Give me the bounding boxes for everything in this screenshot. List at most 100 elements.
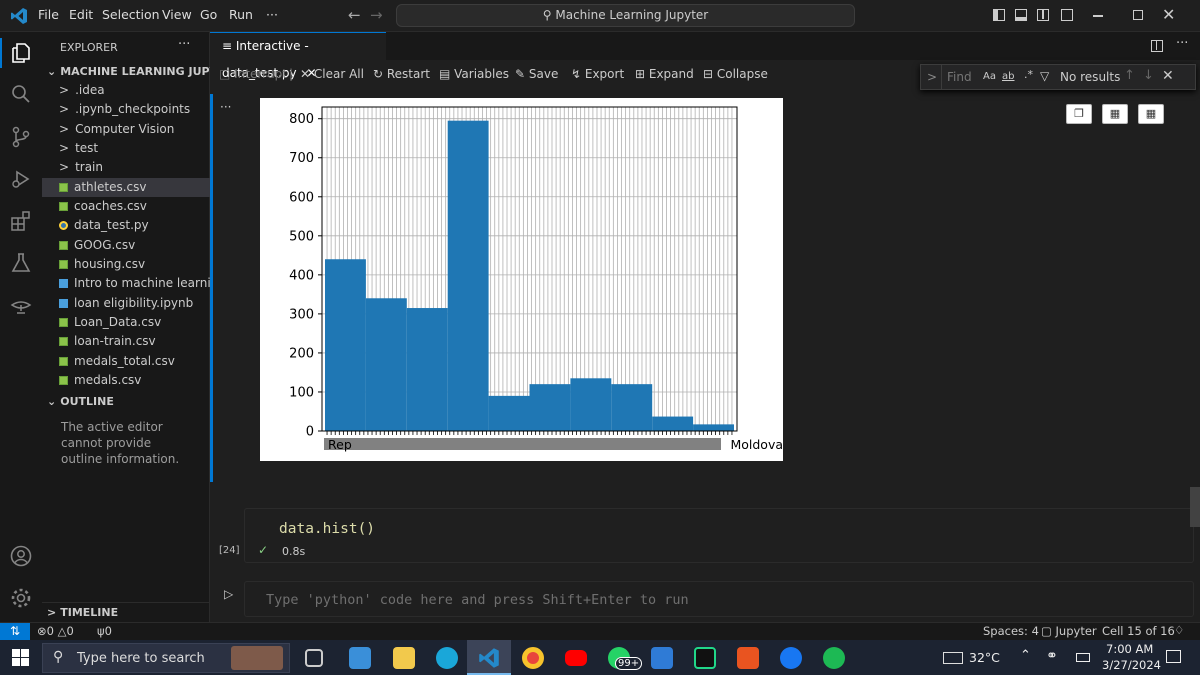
timeline-header[interactable]: > TIMELINE	[42, 602, 210, 621]
sidebar-item-coaches-csv[interactable]: coaches.csv	[42, 197, 210, 216]
chrome-icon[interactable]	[522, 647, 544, 669]
close-window-icon[interactable]: ✕	[1162, 5, 1175, 24]
search-icon[interactable]	[9, 82, 33, 106]
toggle-panel-icon[interactable]	[1015, 9, 1027, 21]
filter-icon[interactable]: ▽	[1040, 69, 1049, 83]
sidebar-item-idea[interactable]: > .idea	[42, 81, 210, 100]
regex-toggle[interactable]: .*	[1024, 68, 1033, 81]
youtube-icon[interactable]	[565, 650, 587, 666]
jupyter-lamp-icon[interactable]	[9, 293, 33, 317]
restore-icon[interactable]	[1133, 10, 1143, 20]
save-button[interactable]: ✎ Save	[515, 67, 558, 81]
output-more-icon[interactable]: ···	[220, 100, 231, 114]
menu-more[interactable]: ···	[266, 7, 278, 22]
ports-indicator[interactable]: ψ0	[97, 624, 112, 638]
next-match-icon[interactable]: ↓	[1143, 68, 1154, 83]
store-download-icon[interactable]	[651, 647, 673, 669]
command-center-search[interactable]: ⚲ Machine Learning Jupyter	[396, 4, 855, 27]
notification-center-icon[interactable]	[1166, 650, 1181, 663]
source-control-icon[interactable]	[9, 125, 33, 149]
toggle-sidebar-icon[interactable]	[993, 9, 1005, 21]
account-icon[interactable]	[9, 544, 33, 568]
microsoft-store-icon[interactable]	[349, 647, 371, 669]
chevron-right-icon[interactable]: >	[927, 70, 937, 84]
minimize-icon[interactable]	[1093, 15, 1103, 17]
task-view-icon[interactable]	[305, 649, 323, 667]
customize-layout-icon[interactable]	[1061, 9, 1073, 21]
expand-button[interactable]: ⊞ Expand	[635, 67, 694, 81]
tray-expand-icon[interactable]: ⌃	[1020, 648, 1031, 663]
remote-icon[interactable]: ⇅	[0, 623, 30, 640]
sidebar-item-test[interactable]: > test	[42, 139, 210, 158]
collapse-button[interactable]: ⊟ Collapse	[703, 67, 768, 81]
close-find-icon[interactable]: ✕	[1162, 68, 1174, 84]
match-case-toggle[interactable]: Aa	[983, 71, 996, 82]
restart-button[interactable]: ↻ Restart	[373, 67, 430, 81]
explorer-more-icon[interactable]: ···	[178, 37, 190, 52]
forward-arrow-icon[interactable]: →	[370, 6, 383, 24]
kernel-status[interactable]: ▢ Jupyter	[1041, 624, 1097, 638]
indentation-status[interactable]: Spaces: 4	[983, 624, 1039, 638]
tab-interactive[interactable]: ≡ Interactive - data_test.py ✕	[210, 32, 386, 80]
temperature[interactable]: 32°C	[969, 650, 1000, 665]
sidebar-item-train[interactable]: > train	[42, 158, 210, 177]
explorer-icon[interactable]	[9, 41, 33, 65]
clock-date[interactable]: 3/27/2024	[1102, 658, 1161, 672]
sidebar-item-medals-total-csv[interactable]: medals_total.csv	[42, 352, 210, 371]
menu-file[interactable]: File	[38, 7, 59, 22]
editor-more-icon[interactable]: ···	[1176, 36, 1188, 51]
clear-all-button[interactable]: ✕ Clear All	[300, 67, 364, 81]
testing-flask-icon[interactable]	[9, 251, 33, 275]
run-play-icon[interactable]: ▷	[224, 587, 233, 601]
facebook-icon[interactable]	[780, 647, 802, 669]
menu-selection[interactable]: Selection	[102, 7, 160, 22]
edge-browser-icon[interactable]	[436, 647, 458, 669]
sidebar-item-loan-train-csv[interactable]: loan-train.csv	[42, 332, 210, 351]
open-plot-viewer-button[interactable]: ▦	[1102, 104, 1128, 124]
scrollbar-thumb[interactable]	[1190, 487, 1200, 527]
sidebar-item-loan-data-csv[interactable]: Loan_Data.csv	[42, 313, 210, 332]
notifications-bell-icon[interactable]: ♢	[1174, 623, 1184, 637]
outline-header[interactable]: ⌄ OUTLINE	[42, 392, 210, 411]
run-debug-icon[interactable]	[9, 167, 33, 191]
project-folder-header[interactable]: ⌄MACHINE LEARNING JUPYTER	[42, 62, 210, 81]
extensions-icon[interactable]	[9, 209, 33, 233]
interrupt-button[interactable]: □ Interrupt	[219, 67, 287, 81]
sidebar-item-data-test-py[interactable]: data_test.py	[42, 216, 210, 235]
taskbar-search-box[interactable]: ⚲ Type here to search	[42, 643, 290, 673]
ubuntu-icon[interactable]	[737, 647, 759, 669]
export-button[interactable]: ↯ Export	[571, 67, 624, 81]
menu-go[interactable]: Go	[200, 7, 217, 22]
problems-indicator[interactable]: ⊗0 △0	[37, 624, 74, 638]
windows-start-icon[interactable]	[12, 649, 29, 666]
sidebar-item-loan-eligibility[interactable]: loan eligibility.ipynb	[42, 294, 210, 313]
clock-time[interactable]: 7:00 AM	[1106, 642, 1153, 656]
vscode-taskbar-button[interactable]	[467, 640, 511, 675]
back-arrow-icon[interactable]: ←	[348, 6, 361, 24]
sidebar-item-ipynb-checkpoints[interactable]: > .ipynb_checkpoints	[42, 100, 210, 119]
file-explorer-icon[interactable]	[393, 647, 415, 669]
split-editor-icon[interactable]	[1151, 40, 1163, 52]
sidebar-item-computer-vision[interactable]: > Computer Vision	[42, 120, 210, 139]
variables-button[interactable]: ▤ Variables	[439, 67, 509, 81]
sidebar-item-intro-notebook[interactable]: Intro to machine learnin...	[42, 274, 210, 293]
cell-position-status[interactable]: Cell 15 of 16	[1102, 624, 1175, 638]
globe-icon[interactable]: ⚭	[1046, 648, 1058, 664]
interactive-input-box[interactable]: Type 'python' code here and press Shift+…	[244, 581, 1194, 617]
toggle-secondary-sidebar-icon[interactable]	[1037, 9, 1049, 21]
settings-gear-icon[interactable]	[9, 586, 33, 610]
menu-edit[interactable]: Edit	[69, 7, 93, 22]
pycharm-icon[interactable]	[694, 647, 716, 669]
sidebar-item-housing-csv[interactable]: housing.csv	[42, 255, 210, 274]
menu-view[interactable]: View	[162, 7, 192, 22]
spotify-icon[interactable]	[823, 647, 845, 669]
sidebar-item-goog-csv[interactable]: GOOG.csv	[42, 236, 210, 255]
sidebar-item-athletes-csv[interactable]: athletes.csv	[42, 178, 210, 197]
copy-output-button[interactable]: ❐	[1066, 104, 1092, 124]
battery-icon[interactable]	[1076, 653, 1090, 662]
sidebar-item-medals-csv[interactable]: medals.csv	[42, 371, 210, 390]
menu-run[interactable]: Run	[229, 7, 253, 22]
weather-icon[interactable]	[943, 652, 963, 664]
match-whole-word-toggle[interactable]: ab	[1002, 71, 1014, 82]
cell-code[interactable]: data.hist()	[279, 521, 375, 537]
